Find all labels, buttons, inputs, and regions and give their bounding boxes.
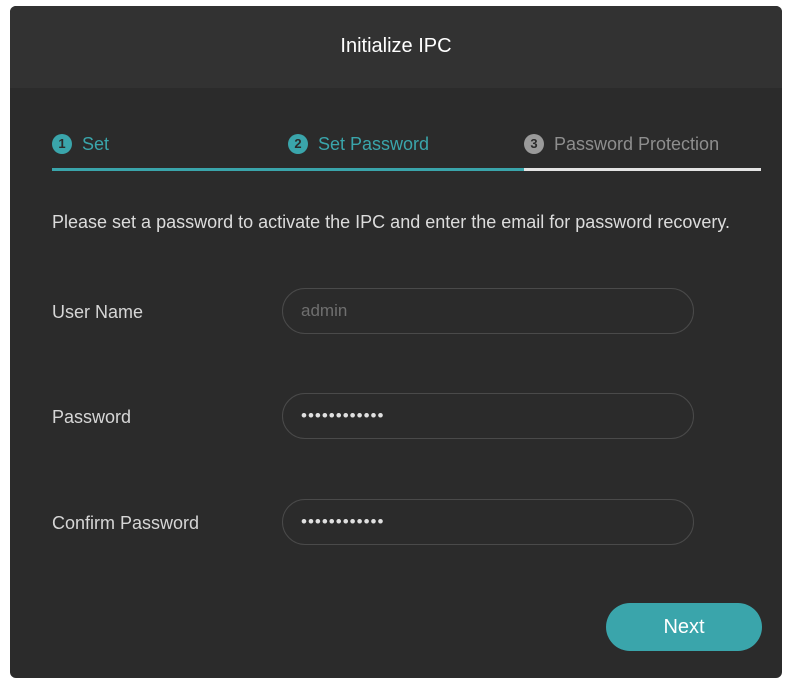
- password-input[interactable]: [282, 393, 694, 439]
- step-progress: 1 Set 2 Set Password 3 Password Protecti…: [52, 122, 761, 172]
- step-label: Set Password: [318, 134, 430, 154]
- confirm-password-row: Confirm Password: [52, 499, 712, 547]
- step-number-2-badge: 2: [288, 134, 308, 154]
- instructions-text: Please set a password to activate the IP…: [52, 212, 731, 232]
- password-label: Password: [52, 407, 132, 427]
- step-set: 1 Set: [52, 122, 109, 166]
- username-input[interactable]: [282, 288, 694, 334]
- progress-track-completed: [52, 168, 524, 171]
- next-button[interactable]: Next: [606, 603, 762, 651]
- confirm-password-label: Confirm Password: [52, 513, 200, 533]
- confirm-password-input[interactable]: [282, 499, 694, 545]
- step-label: Set: [82, 134, 110, 154]
- step-set-password: 2 Set Password: [288, 122, 429, 166]
- step-number-1-badge: 1: [52, 134, 72, 154]
- username-row: User Name: [52, 288, 712, 336]
- dialog-header: Initialize IPC: [10, 6, 782, 88]
- step-label: Password Protection: [554, 134, 720, 154]
- progress-track-remaining: [524, 168, 761, 171]
- initialize-ipc-dialog: Initialize IPC 1 Set 2 Set Password 3 Pa…: [10, 6, 782, 678]
- step-number-3-badge: 3: [524, 134, 544, 154]
- step-password-protection: 3 Password Protection: [524, 122, 719, 166]
- dialog-title: Initialize IPC: [340, 35, 452, 57]
- password-row: Password: [52, 393, 712, 441]
- username-label: User Name: [52, 302, 144, 322]
